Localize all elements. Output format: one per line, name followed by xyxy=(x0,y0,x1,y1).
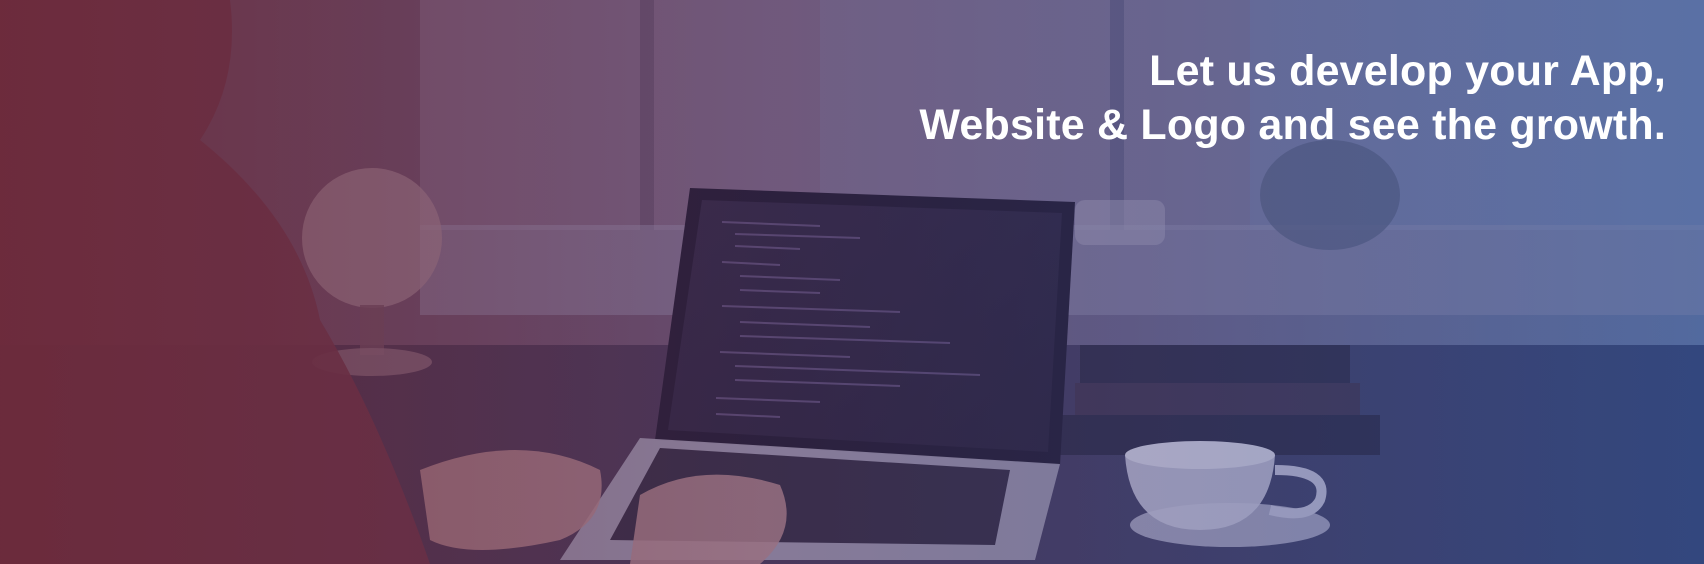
hero-headline: Let us develop your App, Website & Logo … xyxy=(919,44,1666,152)
hero-banner: Let us develop your App, Website & Logo … xyxy=(0,0,1704,564)
headline-line-2: Website & Logo and see the growth. xyxy=(919,101,1666,149)
headline-line-1: Let us develop your App, xyxy=(1149,47,1666,95)
